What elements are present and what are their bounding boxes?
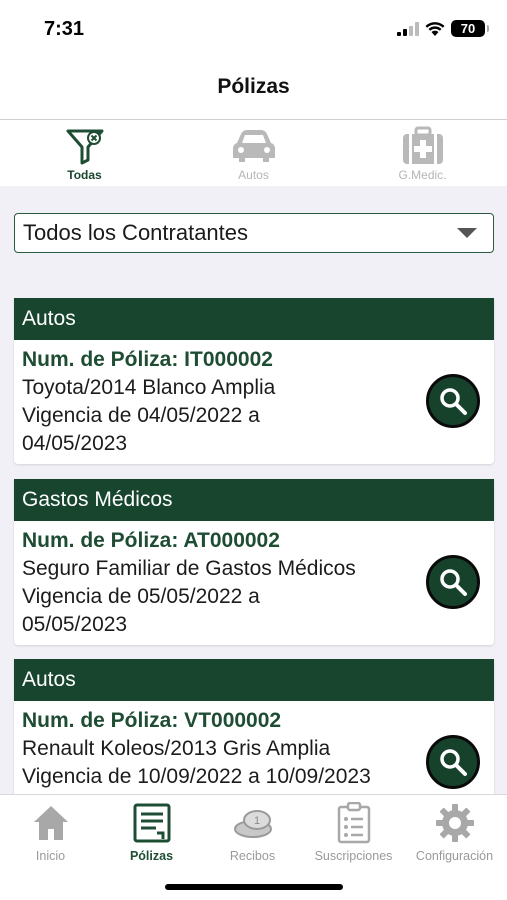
clipboard-icon (337, 801, 371, 845)
view-policy-button[interactable] (426, 735, 480, 789)
policy-category: Autos (14, 298, 494, 340)
policy-document-icon (132, 801, 172, 845)
policy-card[interactable]: Autos Num. de Póliza: IT000002 Toyota/20… (14, 298, 494, 464)
tab-label: Inicio (35, 849, 66, 863)
coins-icon: 1 (232, 801, 274, 845)
policy-category: Gastos Médicos (14, 479, 494, 521)
policy-description: Renault Koleos/2013 Gris Amplia (22, 737, 331, 760)
home-icon (32, 801, 70, 845)
tab-inicio[interactable]: Inicio (0, 795, 101, 900)
status-icons: 70 (397, 20, 489, 37)
policy-number: Num. de Póliza: AT000002 (22, 529, 280, 552)
filter-tab-todas[interactable]: Todas (0, 120, 169, 186)
policy-validity: Vigencia de 05/05/2022 a (22, 585, 260, 608)
home-indicator (165, 884, 343, 890)
policy-validity-end: 05/05/2023 (22, 613, 128, 636)
filter-tab-autos[interactable]: Autos (169, 120, 338, 186)
policy-category: Autos (14, 659, 494, 701)
view-policy-button[interactable] (426, 374, 480, 428)
filter-tabs: Todas Autos G.Medic. (0, 120, 507, 186)
wifi-icon (425, 22, 445, 36)
policy-card[interactable]: Gastos Médicos Num. de Póliza: AT000002 … (14, 479, 494, 645)
policy-description: Seguro Familiar de Gastos Médicos (22, 557, 356, 580)
contratante-select-value: Todos los Contratantes (23, 220, 249, 245)
filter-tab-gastos-medicos[interactable]: G.Medic. (338, 120, 507, 186)
policy-validity: Vigencia de 10/09/2022 a 10/09/2023 (22, 765, 371, 788)
gear-icon (435, 801, 475, 845)
policy-number: Num. de Póliza: VT000002 (22, 709, 282, 732)
policy-card-body: Num. de Póliza: VT000002 Renault Koleos/… (14, 701, 494, 794)
policy-validity-end: 04/05/2023 (22, 432, 128, 455)
policy-card-body: Num. de Póliza: IT000002 Toyota/2014 Bla… (14, 340, 494, 464)
status-time: 7:31 (44, 18, 85, 40)
policy-card[interactable]: Autos Num. de Póliza: VT000002 Renault K… (14, 659, 494, 794)
filter-icon (65, 126, 105, 166)
tab-label: Configuración (415, 849, 494, 863)
view-policy-button[interactable] (426, 555, 480, 609)
tab-label: Recibos (229, 849, 276, 863)
search-icon (440, 388, 467, 415)
filter-tab-label: G.Medic. (398, 168, 447, 182)
policy-validity: Vigencia de 04/05/2022 a (22, 404, 260, 427)
policy-card-body: Num. de Póliza: AT000002 Seguro Familiar… (14, 521, 494, 645)
search-icon (440, 569, 467, 596)
medical-kit-icon (401, 126, 445, 166)
filter-tab-label: Todas (67, 168, 102, 182)
car-icon (231, 126, 277, 166)
status-bar: 7:31 70 (0, 0, 507, 60)
svg-text:1: 1 (253, 815, 259, 827)
policy-description: Toyota/2014 Blanco Amplia (22, 376, 276, 399)
filter-tab-label: Autos (238, 168, 269, 182)
policy-number: Num. de Póliza: IT000002 (22, 348, 273, 371)
search-icon (440, 749, 467, 776)
page-title: Pólizas (217, 75, 290, 98)
tab-label: Pólizas (129, 849, 174, 863)
contratante-select[interactable]: Todos los Contratantes (14, 213, 494, 253)
signal-icon (397, 21, 419, 36)
chevron-down-icon (457, 228, 477, 238)
battery-indicator: 70 (451, 20, 489, 37)
tab-label: Suscripciones (314, 849, 393, 863)
policies-content: Todos los Contratantes Autos Num. de Pól… (0, 186, 507, 794)
tab-configuracion[interactable]: Configuración (404, 795, 505, 900)
